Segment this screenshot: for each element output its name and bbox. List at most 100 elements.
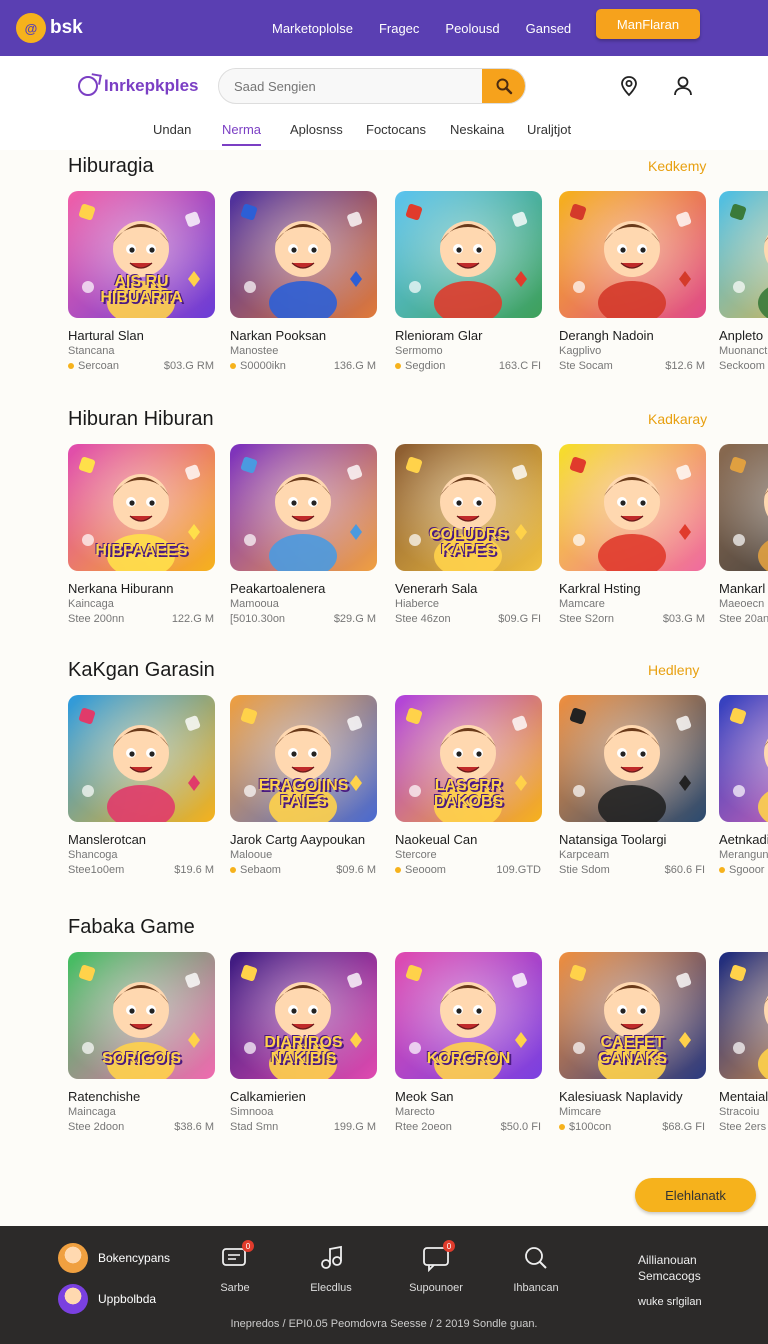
game-title[interactable]: Aetnkadi xyxy=(719,832,768,847)
top-nav-item[interactable]: Marketoplolse xyxy=(272,21,353,36)
game-card[interactable]: LASGRR DAKOBS Naokeual Can Stercore Seooom 1… xyxy=(395,695,545,876)
tab-undan[interactable]: Undan xyxy=(153,122,191,137)
game-title[interactable]: Naokeual Can xyxy=(395,832,545,847)
game-card[interactable]: SORIGOIS Ratenchishe Maincaga Stee 2doon $38… xyxy=(68,952,218,1133)
logo[interactable]: @ bsk xyxy=(16,13,83,43)
game-title[interactable]: Anpleto xyxy=(719,328,768,343)
floating-cta-button[interactable]: Elehlanatk xyxy=(635,1178,756,1212)
game-thumbnail[interactable] xyxy=(68,695,215,822)
game-meta-text: Sebaom xyxy=(240,864,281,876)
game-thumbnail[interactable]: COLUDRS KAPES xyxy=(395,444,542,571)
game-title[interactable]: Nerkana Hiburann xyxy=(68,581,218,596)
top-nav-item[interactable]: Gansed xyxy=(526,21,572,36)
game-meta: Sebaom $09.6 M xyxy=(230,864,376,876)
tab-neskaina[interactable]: Neskaina xyxy=(450,122,504,137)
game-card[interactable]: Anpleto Muonanct Seckoom xyxy=(719,191,768,372)
section-see-all-link[interactable]: Hedleny xyxy=(648,662,699,678)
footer-small-link[interactable]: wuke srlgilan xyxy=(638,1296,702,1308)
top-nav-item[interactable]: Peolousd xyxy=(445,21,499,36)
game-thumbnail[interactable]: AIS RU HIBUARTA xyxy=(68,191,215,318)
game-card[interactable]: COLUDRS KAPES Venerarh Sala Hiaberce Stee 4… xyxy=(395,444,545,625)
game-title[interactable]: Calkamierien xyxy=(230,1089,380,1104)
game-thumbnail[interactable] xyxy=(395,191,542,318)
location-button[interactable] xyxy=(617,74,641,98)
game-thumbnail[interactable] xyxy=(719,444,768,571)
account-button[interactable] xyxy=(671,74,695,98)
game-meta: S0000ikn 136.G M xyxy=(230,360,376,372)
game-title[interactable]: Karkral Hsting xyxy=(559,581,709,596)
game-thumbnail[interactable] xyxy=(559,191,706,318)
game-card[interactable]: KORGRON Meok San Marecto Rtee 2oeon $50.0 FI xyxy=(395,952,545,1133)
footer-nav-elecdlus[interactable]: Elecdlus xyxy=(291,1244,371,1294)
game-art-image xyxy=(719,444,768,571)
game-title[interactable]: Peakartoalenera xyxy=(230,581,380,596)
game-thumbnail[interactable]: LASGRR DAKOBS xyxy=(395,695,542,822)
game-title[interactable]: Manslerotcan xyxy=(68,832,218,847)
section-see-all-link[interactable]: Kedkemy xyxy=(648,158,706,174)
top-nav-item[interactable]: Fragec xyxy=(379,21,419,36)
game-thumbnail[interactable]: DIARIROS NAKIBIS xyxy=(230,952,377,1079)
game-thumbnail[interactable] xyxy=(719,952,768,1079)
game-card[interactable]: ERAGOIINS PAIES Jarok Cartg Aaypoukan Malo… xyxy=(230,695,380,876)
game-title[interactable]: Derangh Nadoin xyxy=(559,328,709,343)
game-thumbnail[interactable]: ERAGOIINS PAIES xyxy=(230,695,377,822)
game-meta-text: Stee 20anl xyxy=(719,613,768,625)
game-category: Mamooua xyxy=(230,598,279,610)
search-input[interactable] xyxy=(219,69,479,103)
top-nav: Marketoplolse Fragec Peolousd Gansed xyxy=(272,0,571,56)
footer-user-2[interactable]: Uppbolbda xyxy=(58,1284,156,1314)
game-meta: Ste Socam $12.6 M xyxy=(559,360,705,372)
game-title[interactable]: Ratenchishe xyxy=(68,1089,218,1104)
game-thumbnail[interactable] xyxy=(719,191,768,318)
game-title[interactable]: Rlenioram Glar xyxy=(395,328,545,343)
brand[interactable]: Inrkepkples xyxy=(78,76,199,96)
game-card[interactable]: Narkan Pooksan Manostee S0000ikn 136.G M xyxy=(230,191,380,372)
game-meta: Stee 20anl xyxy=(719,613,768,625)
game-card[interactable]: DIARIROS NAKIBIS Calkamierien Simnooa Stad … xyxy=(230,952,380,1133)
game-thumbnail[interactable]: HIBPAAEES xyxy=(68,444,215,571)
game-card[interactable]: Karkral Hsting Mamcare Stee S2orn $03.G M xyxy=(559,444,709,625)
game-card[interactable]: Peakartoalenera Mamooua [5010.30on $29.G M xyxy=(230,444,380,625)
search-button[interactable] xyxy=(482,69,525,103)
tab-foctocans[interactable]: Foctocans xyxy=(366,122,426,137)
game-thumbnail[interactable]: SORIGOIS xyxy=(68,952,215,1079)
game-thumbnail[interactable] xyxy=(719,695,768,822)
game-title[interactable]: Narkan Pooksan xyxy=(230,328,380,343)
copyright: Inepredos / EPI0.05 Peomdovra Seesse / 2… xyxy=(230,1318,538,1330)
game-title[interactable]: Natansiga Toolargi xyxy=(559,832,709,847)
game-thumbnail[interactable]: CAEFET GANAKS xyxy=(559,952,706,1079)
footer-user-1[interactable]: Bokencypans xyxy=(58,1243,170,1273)
game-thumbnail[interactable] xyxy=(230,444,377,571)
game-title[interactable]: Jarok Cartg Aaypoukan xyxy=(230,832,380,847)
section-see-all-link[interactable]: Kadkaray xyxy=(648,411,707,427)
game-thumbnail[interactable] xyxy=(559,695,706,822)
game-card[interactable]: Rlenioram Glar Sermomo Segdion 163.C FI xyxy=(395,191,545,372)
top-cta-button[interactable]: ManFlaran xyxy=(596,9,700,39)
game-title[interactable]: Meok San xyxy=(395,1089,545,1104)
game-title[interactable]: Mentaial xyxy=(719,1089,768,1104)
tab-aplosnss[interactable]: Aplosnss xyxy=(290,122,343,137)
game-card[interactable]: Mankarl Maeoecn Stee 20anl xyxy=(719,444,768,625)
game-thumbnail[interactable] xyxy=(559,444,706,571)
tab-nerma[interactable]: Nerma xyxy=(222,122,262,146)
footer-info[interactable]: Aillianouan Semcacogs xyxy=(638,1252,701,1284)
game-card[interactable]: HIBPAAEES Nerkana Hiburann Kaincaga Stee 20… xyxy=(68,444,218,625)
game-card[interactable]: Derangh Nadoin Kagplivo Ste Socam $12.6 M xyxy=(559,191,709,372)
game-card[interactable]: Manslerotcan Shancoga Stee1o0em $19.6 M xyxy=(68,695,218,876)
tab-uraljtjot[interactable]: Uraljtjot xyxy=(527,122,571,137)
game-thumbnail[interactable] xyxy=(230,191,377,318)
game-title[interactable]: Hartural Slan xyxy=(68,328,218,343)
game-card[interactable]: Mentaial Stracoiu Stee 2ers xyxy=(719,952,768,1133)
game-card[interactable]: Aetnkadi Merangun Sgooor xyxy=(719,695,768,876)
game-card[interactable]: AIS RU HIBUARTA Hartural Slan Stancana Serc… xyxy=(68,191,218,372)
game-title[interactable]: Mankarl xyxy=(719,581,768,596)
game-thumbnail[interactable]: KORGRON xyxy=(395,952,542,1079)
game-card[interactable]: CAEFET GANAKS Kalesiuask Naplavidy Mimcare… xyxy=(559,952,709,1133)
footer-nav-sarbe[interactable]: 0 Sarbe xyxy=(195,1240,275,1294)
game-title[interactable]: Venerarh Sala xyxy=(395,581,545,596)
footer-nav-ihbancan[interactable]: Ihbancan xyxy=(496,1244,576,1294)
footer-nav-supounoer[interactable]: 0 Supounoer xyxy=(396,1240,476,1294)
game-category: Maeoecn xyxy=(719,598,765,610)
game-title[interactable]: Kalesiuask Naplavidy xyxy=(559,1089,709,1104)
game-card[interactable]: Natansiga Toolargi Karpceam Stie Sdom $60.6… xyxy=(559,695,709,876)
